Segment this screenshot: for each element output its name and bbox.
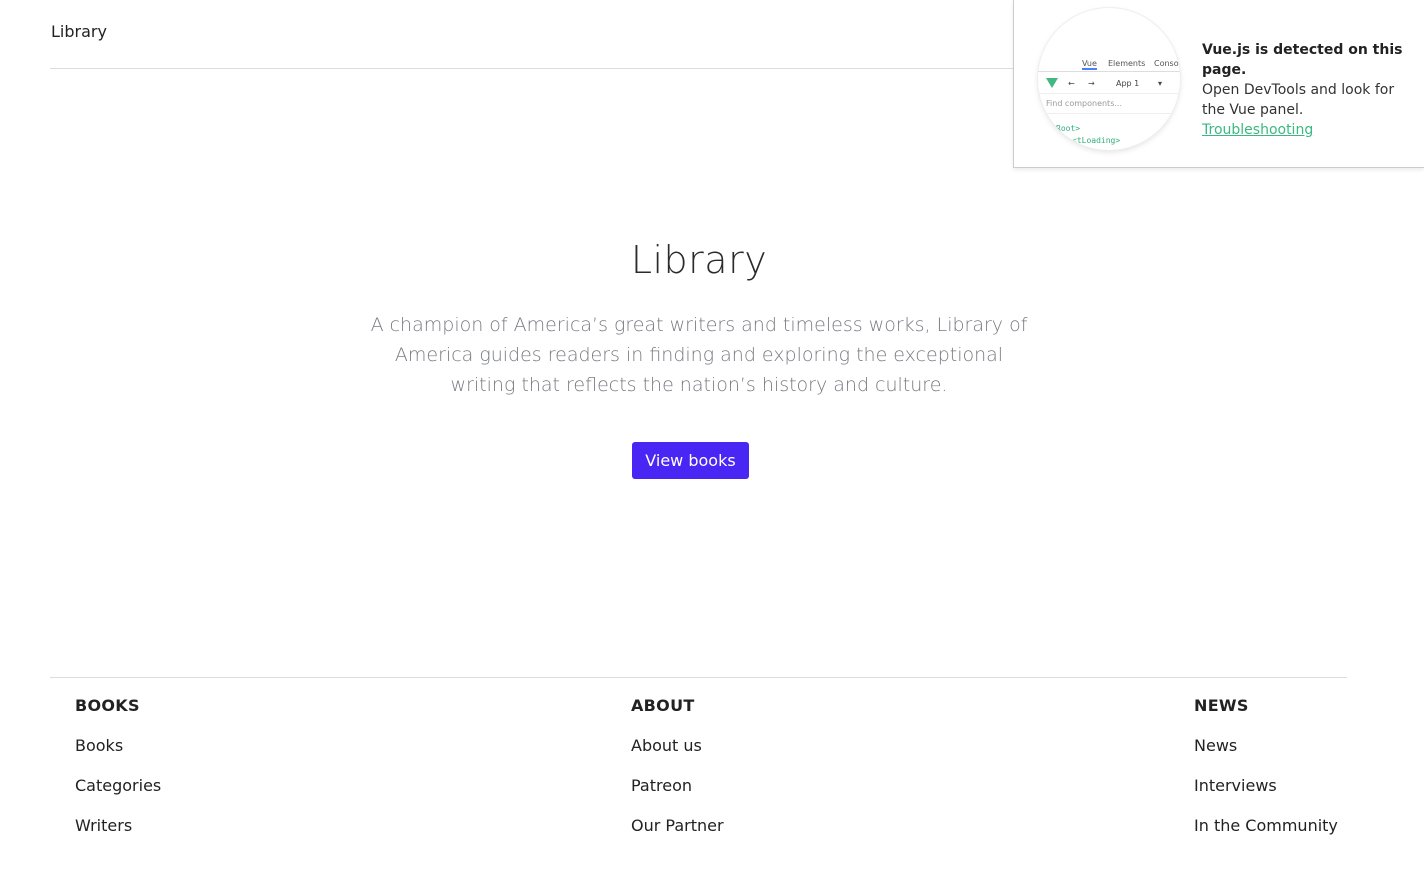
- devtools-tabs: Vue Elements Conso: [1038, 56, 1180, 72]
- footer-link-interviews[interactable]: Interviews: [1194, 776, 1338, 798]
- footer-link-writers[interactable]: Writers: [75, 816, 161, 838]
- component-tree-root: Root>: [1056, 124, 1081, 133]
- footer-column-news: NEWS News Interviews In the Community: [1194, 696, 1338, 838]
- hero-description: A champion of America’s great writers an…: [370, 314, 1028, 396]
- back-arrow-icon: ←: [1068, 79, 1075, 88]
- troubleshooting-link[interactable]: Troubleshooting: [1202, 122, 1313, 138]
- devtools-preview-image: Vue Elements Conso ← → App 1 ▾ Find comp…: [1038, 8, 1180, 150]
- hero-title: Library: [630, 238, 768, 282]
- forward-arrow-icon: →: [1088, 79, 1095, 88]
- component-tree-child: <tLoading>: [1072, 136, 1121, 145]
- vue-popup-heading: Vue.js is detected on this page.: [1202, 42, 1403, 78]
- find-components-field: Find components...: [1046, 99, 1122, 108]
- hero-section: Library A champion of America’s great wr…: [0, 238, 1398, 479]
- chevron-down-icon: ▾: [1158, 79, 1163, 88]
- vue-popup-body: Open DevTools and look for the Vue panel…: [1202, 82, 1395, 118]
- app-selector: App 1: [1116, 79, 1140, 88]
- footer-link-patreon[interactable]: Patreon: [631, 776, 724, 798]
- footer: BOOKS Books Categories Writers ABOUT Abo…: [50, 677, 1347, 835]
- divider: [1038, 113, 1180, 114]
- devtools-tab-vue: Vue: [1082, 59, 1097, 70]
- devtools-toolbar: ← → App 1 ▾: [1038, 74, 1180, 94]
- view-books-button[interactable]: View books: [632, 442, 749, 479]
- footer-link-books[interactable]: Books: [75, 736, 161, 758]
- footer-link-categories[interactable]: Categories: [75, 776, 161, 798]
- footer-link-our-partner[interactable]: Our Partner: [631, 816, 724, 838]
- brand-link[interactable]: Library: [51, 22, 107, 41]
- vue-logo-icon: [1046, 78, 1058, 88]
- footer-column-title: ABOUT: [631, 696, 695, 715]
- footer-link-news[interactable]: News: [1194, 736, 1338, 758]
- devtools-tab-elements: Elements: [1108, 59, 1146, 68]
- vue-popup-message: Vue.js is detected on this page. Open De…: [1202, 40, 1412, 140]
- footer-column-title: NEWS: [1194, 696, 1249, 715]
- devtools-tab-console: Conso: [1154, 59, 1179, 68]
- footer-link-in-the-community[interactable]: In the Community: [1194, 816, 1338, 838]
- footer-column-title: BOOKS: [75, 696, 140, 715]
- vue-devtools-popup: Vue Elements Conso ← → App 1 ▾ Find comp…: [1013, 0, 1424, 168]
- footer-column-about: ABOUT About us Patreon Our Partner: [631, 696, 724, 838]
- footer-link-about-us[interactable]: About us: [631, 736, 724, 758]
- footer-column-books: BOOKS Books Categories Writers: [75, 696, 161, 838]
